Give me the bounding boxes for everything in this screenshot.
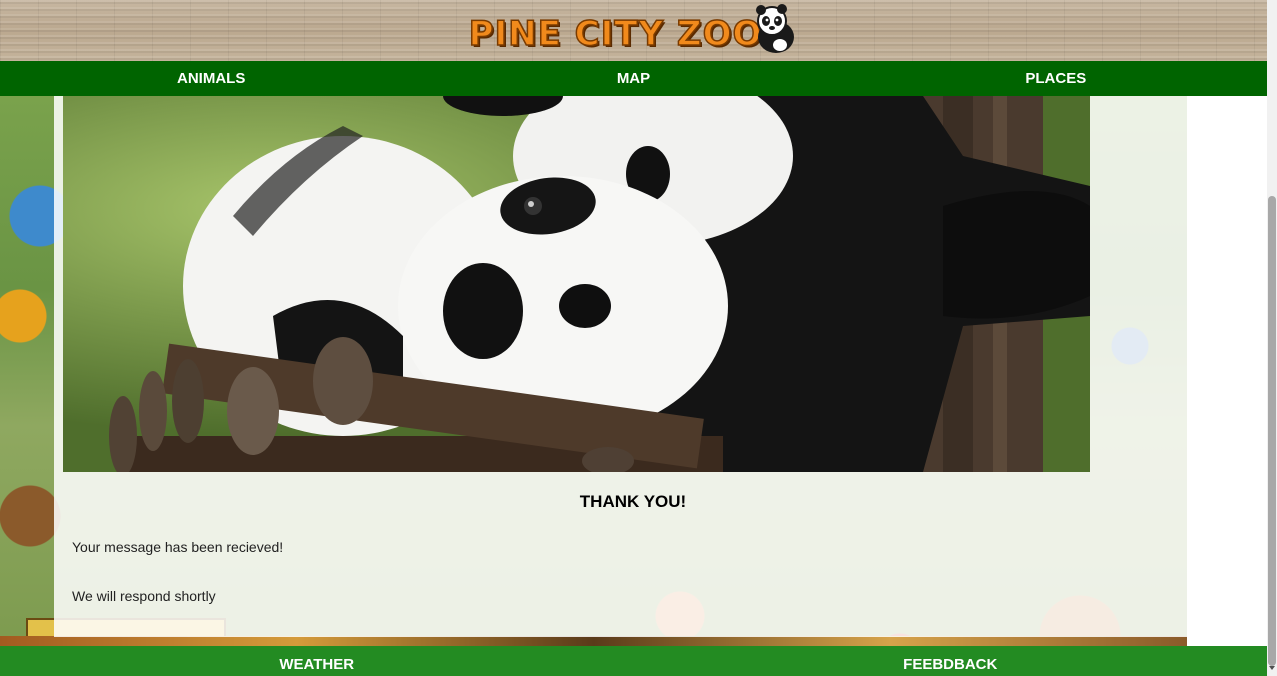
logo-text: PINE CITY ZOO xyxy=(468,13,763,54)
scroll-down-arrow-icon[interactable] xyxy=(1269,666,1275,670)
footer-navigation: WEATHER FEEBDBACK xyxy=(0,646,1267,676)
scrollbar-thumb[interactable] xyxy=(1268,196,1276,666)
panda-icon xyxy=(756,3,795,53)
page: PINE CITY ZOO ANIMALS MAP PLACES THANK Y… xyxy=(0,0,1267,676)
right-margin xyxy=(1187,96,1267,646)
nav-animals[interactable]: ANIMALS xyxy=(0,61,422,96)
top-navigation: ANIMALS MAP PLACES xyxy=(0,61,1267,96)
message-received-text: Your message has been recieved! xyxy=(72,539,284,555)
nav-places[interactable]: PLACES xyxy=(845,61,1267,96)
site-logo[interactable]: PINE CITY ZOO xyxy=(468,0,799,61)
nav-map[interactable]: MAP xyxy=(422,61,844,96)
background-strip xyxy=(0,636,1187,646)
nav-weather[interactable]: WEATHER xyxy=(0,646,634,676)
nav-feedback[interactable]: FEEBDBACK xyxy=(634,646,1268,676)
site-header: PINE CITY ZOO xyxy=(0,0,1267,61)
panda-photo xyxy=(63,96,1090,472)
page-title: THANK YOU! xyxy=(579,492,687,511)
vertical-scrollbar[interactable] xyxy=(1267,0,1277,676)
message-respond-text: We will respond shortly xyxy=(72,588,216,604)
